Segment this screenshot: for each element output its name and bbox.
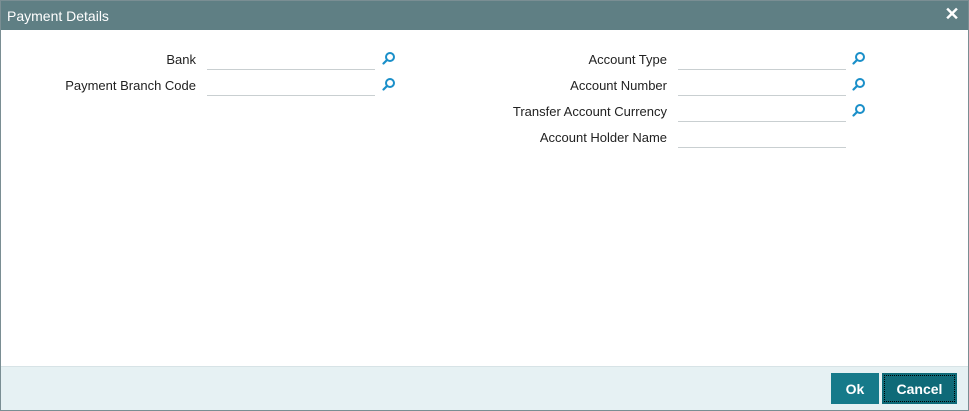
transfer-account-currency-label: Transfer Account Currency [512, 104, 667, 119]
ok-button[interactable]: Ok [831, 373, 879, 404]
transfer-account-currency-input[interactable] [678, 102, 846, 122]
account-type-input[interactable] [678, 50, 846, 70]
payment-details-dialog: Payment Details ✕ Bank Payment Branch Co… [0, 0, 969, 411]
transfer-account-currency-row: Transfer Account Currency [1, 102, 901, 122]
account-holder-name-label: Account Holder Name [539, 130, 667, 145]
account-number-input[interactable] [678, 76, 846, 96]
account-holder-name-input[interactable] [678, 128, 846, 148]
account-type-label: Account Type [588, 52, 667, 67]
dialog-footer: Ok Cancel [1, 366, 968, 410]
account-type-row: Account Type [1, 50, 901, 70]
title-bar[interactable]: Payment Details ✕ [1, 1, 968, 30]
transfer-account-currency-search-icon[interactable] [852, 103, 866, 117]
account-number-label: Account Number [570, 78, 667, 93]
account-type-search-icon[interactable] [852, 51, 866, 65]
account-number-search-icon[interactable] [852, 77, 866, 91]
account-holder-name-row: Account Holder Name [1, 128, 901, 148]
account-number-row: Account Number [1, 76, 901, 96]
dialog-title: Payment Details [7, 8, 109, 24]
close-icon[interactable]: ✕ [944, 5, 960, 23]
cancel-button[interactable]: Cancel [882, 373, 957, 404]
